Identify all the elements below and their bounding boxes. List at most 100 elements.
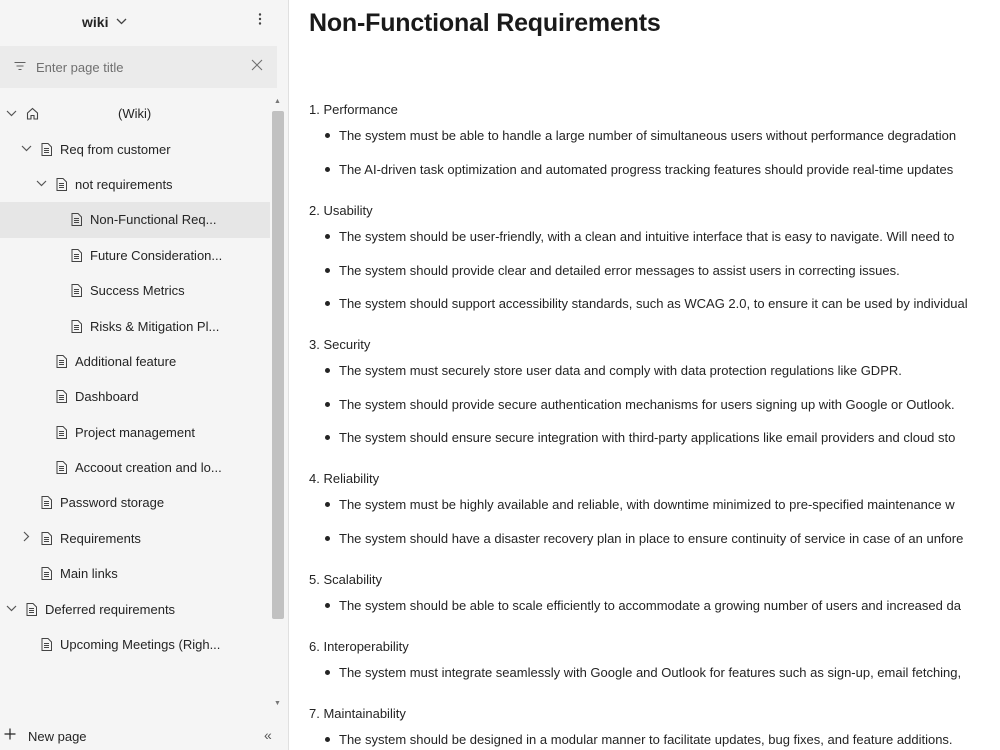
list-item: The system should have a disaster recove… <box>325 531 963 546</box>
bullet-dot <box>325 502 330 507</box>
list-item-text: The system must be able to handle a larg… <box>339 128 957 143</box>
tree-item-label: Dashboard <box>75 389 139 405</box>
page-icon <box>71 319 83 333</box>
page-title: Non-Functional Requirements <box>309 9 661 37</box>
filter-icon <box>14 60 28 74</box>
tree-item[interactable]: Dashboard <box>0 379 270 414</box>
bullet-dot <box>325 435 330 440</box>
home-icon <box>26 107 39 120</box>
bullet-dot <box>325 166 330 172</box>
section-heading: 4. Reliability <box>309 471 380 486</box>
bullet-dot <box>325 401 330 407</box>
list-item: The system must be highly available and … <box>325 497 955 512</box>
page-icon <box>56 461 68 475</box>
collapse-left-icon[interactable]: « <box>264 727 272 743</box>
list-item: The system must integrate seamlessly wit… <box>325 665 961 680</box>
list-item-text: The system must integrate seamlessly wit… <box>339 665 962 680</box>
bullet-dot <box>325 234 330 239</box>
tree-item-label: not requirements <box>75 176 173 192</box>
page-icon <box>41 567 53 581</box>
tree-item[interactable]: Risks & Mitigation Pl... <box>0 308 270 343</box>
page-tree: (Wiki) Req from customer not requirements N… <box>0 96 270 662</box>
chevron-down-icon[interactable] <box>19 143 33 155</box>
sidebar: wiki (Wiki) Req from customer not requirem… <box>0 0 289 750</box>
list-item: The system should provide secure authent… <box>325 397 955 412</box>
bullet-dot <box>325 301 330 306</box>
new-page-label: New page <box>28 728 87 744</box>
bullet-dot <box>325 535 330 541</box>
list-item-text: The system should ensure secure integrat… <box>339 430 956 445</box>
scroll-up-icon[interactable]: ▲ <box>274 98 281 105</box>
list-item: The system should be able to scale effic… <box>325 598 961 613</box>
list-item-text: The system should provide secure authent… <box>339 396 955 412</box>
tree-item[interactable]: Requirements <box>0 521 270 556</box>
list-item-text: The system should have a disaster recove… <box>339 530 964 546</box>
page-icon <box>56 177 68 191</box>
page-icon <box>71 284 83 298</box>
list-item-text: The system should be designed in a modul… <box>339 732 953 747</box>
chevron-down-icon[interactable] <box>4 108 18 120</box>
chevron-down-icon[interactable] <box>4 603 18 615</box>
tree-item[interactable]: Upcoming Meetings (Righ... <box>0 627 270 662</box>
page-title-filter-input[interactable] <box>36 59 236 75</box>
bullet-dot <box>325 737 330 742</box>
list-item: The system should be designed in a modul… <box>325 732 953 747</box>
section-heading: 7. Maintainability <box>309 706 406 721</box>
page-icon <box>56 425 68 439</box>
tree-item[interactable]: Req from customer <box>0 131 270 166</box>
wiki-header: wiki <box>0 0 288 44</box>
more-vertical-icon[interactable] <box>252 12 268 32</box>
page-content: Non-Functional Requirements 1. Performan… <box>289 0 1000 750</box>
tree-item-label: (Wiki) <box>118 106 152 122</box>
list-item-text: The system must securely store user data… <box>339 363 902 378</box>
list-item: The system must be able to handle a larg… <box>325 128 956 143</box>
list-item: The system should provide clear and deta… <box>325 263 900 278</box>
list-item-text: The system should provide clear and deta… <box>339 262 900 278</box>
page-icon <box>71 213 83 227</box>
tree-item[interactable]: Additional feature <box>0 344 270 379</box>
tree-item[interactable]: Success Metrics <box>0 273 270 308</box>
bullet-dot <box>325 133 330 138</box>
tree-item-label: Password storage <box>60 495 165 511</box>
list-item-text: The system should be able to scale effic… <box>339 598 961 613</box>
wiki-selector[interactable]: wiki <box>82 14 127 30</box>
section-heading: 1. Performance <box>309 102 398 117</box>
tree-item[interactable]: Deferred requirements <box>0 591 270 626</box>
bullet-dot <box>325 267 330 273</box>
tree-item-label: Future Consideration... <box>90 247 223 263</box>
tree-item-label: Project management <box>75 424 195 440</box>
tree-item[interactable]: Project management <box>0 415 270 450</box>
tree-item[interactable]: Non-Functional Req... <box>0 202 270 238</box>
list-item: The AI-driven task optimization and auto… <box>325 162 953 177</box>
tree-item[interactable]: not requirements <box>0 167 270 202</box>
tree-item-label: Deferred requirements <box>45 601 176 617</box>
new-page-button[interactable]: New page <box>0 722 87 750</box>
page-icon <box>26 602 38 616</box>
tree-item[interactable]: Password storage <box>0 485 270 520</box>
list-item-text: The AI-driven task optimization and auto… <box>339 161 954 177</box>
chevron-right-icon[interactable] <box>19 531 33 545</box>
tree-item-label: Non-Functional Req... <box>90 212 217 228</box>
tree-item-label: Success Metrics <box>90 283 185 299</box>
tree-item-label: Accoout creation and lo... <box>75 460 222 476</box>
list-item-text: The system should support accessibility … <box>339 296 968 311</box>
page-icon <box>41 638 53 652</box>
tree-item[interactable]: Future Consideration... <box>0 238 270 273</box>
scroll-down-icon[interactable]: ▼ <box>274 700 281 707</box>
page-filter <box>0 46 277 88</box>
sidebar-scrollbar[interactable]: ▲ ▼ <box>271 96 285 712</box>
section-heading: 3. Security <box>309 337 371 352</box>
tree-item[interactable]: (Wiki) <box>0 96 270 131</box>
tree-item[interactable]: Accoout creation and lo... <box>0 450 270 485</box>
page-icon <box>41 531 53 545</box>
plus-icon <box>4 727 20 745</box>
tree-item-label: Main links <box>60 566 118 582</box>
chevron-down-icon[interactable] <box>34 178 48 190</box>
close-icon[interactable] <box>251 58 263 74</box>
list-item: The system must securely store user data… <box>325 363 902 378</box>
tree-item[interactable]: Main links <box>0 556 270 591</box>
scroll-thumb[interactable] <box>272 111 284 619</box>
list-item: The system should ensure secure integrat… <box>325 430 955 445</box>
page-icon <box>71 248 83 262</box>
list-item: The system should support accessibility … <box>325 296 968 311</box>
